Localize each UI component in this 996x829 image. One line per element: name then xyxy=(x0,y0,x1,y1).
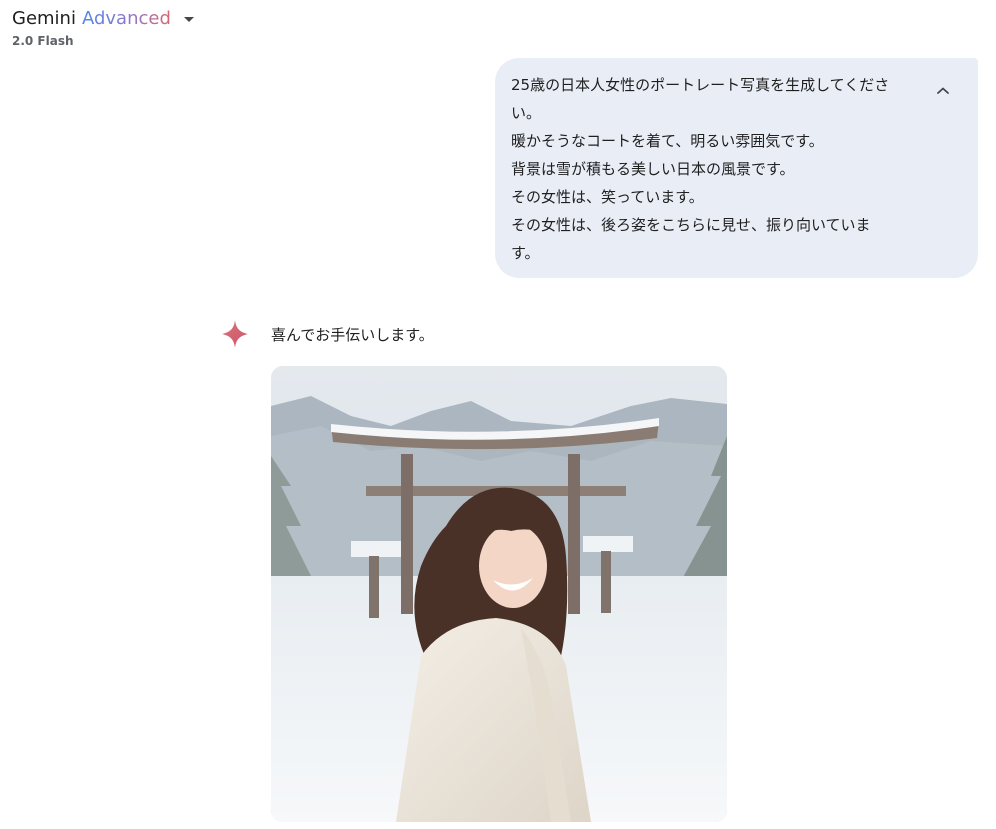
response-text: 喜んでお手伝いします。 xyxy=(271,326,434,344)
collapse-prompt-button[interactable] xyxy=(928,76,958,106)
app-title: Gemini xyxy=(12,7,76,29)
caret-down-icon[interactable] xyxy=(183,16,194,22)
prompt-line: その女性は、後ろ姿をこちらに見せ、振り向いていま xyxy=(511,216,871,234)
model-version-label: 2.0 Flash xyxy=(12,34,74,48)
model-selector-button[interactable]: Gemini Advanced xyxy=(12,5,194,31)
prompt-line: 背景は雪が積もる美しい日本の風景です。 xyxy=(511,160,795,178)
generated-portrait-image[interactable] xyxy=(271,366,727,822)
prompt-line: い。 xyxy=(511,104,542,122)
prompt-line: 25歳の日本人女性のポートレート写真を生成してくださ xyxy=(511,76,890,94)
prompt-line: 暖かそうなコートを着て、明るい雰囲気です。 xyxy=(511,132,824,150)
prompt-line: す。 xyxy=(511,244,540,262)
app-title-tier: Advanced xyxy=(81,7,171,29)
gemini-sparkle-icon xyxy=(222,320,248,348)
chevron-up-icon[interactable] xyxy=(936,86,950,96)
prompt-line: その女性は、笑っています。 xyxy=(511,188,704,206)
user-prompt-bubble: 25歳の日本人女性のポートレート写真を生成してくださ い。 暖かそうなコートを着… xyxy=(495,58,978,278)
app-header: Gemini Advanced 2.0 Flash xyxy=(12,5,194,48)
